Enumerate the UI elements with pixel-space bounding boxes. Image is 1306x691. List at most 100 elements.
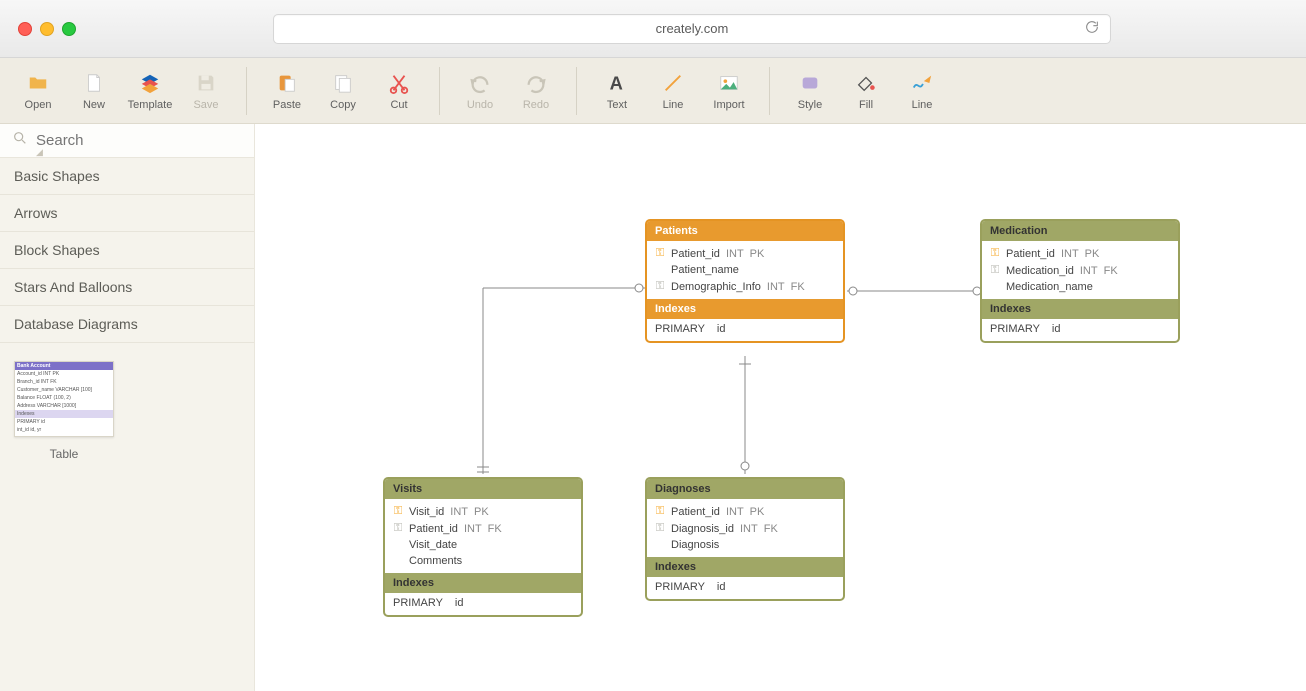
- toolbar-separator: [576, 67, 577, 115]
- table-row: Medication_name: [988, 279, 1178, 295]
- undo-button[interactable]: Undo: [452, 64, 508, 118]
- index-row: PRIMARYid: [982, 319, 1178, 341]
- sidebar-item-basic-shapes[interactable]: Basic Shapes: [0, 158, 254, 195]
- paste-label: Paste: [273, 99, 301, 111]
- table-title: Diagnoses: [647, 479, 843, 499]
- canvas[interactable]: Patients ⚿ Patient_id INT PK Patient_nam…: [255, 124, 1306, 691]
- shape-palette: Bank Account Account_id INT PK Branch_id…: [0, 343, 254, 691]
- indexes-header: Indexes: [647, 299, 843, 319]
- table-patients[interactable]: Patients ⚿ Patient_id INT PK Patient_nam…: [645, 219, 845, 343]
- import-button[interactable]: Import: [701, 64, 757, 118]
- connector-patients-diagnoses[interactable]: [737, 356, 753, 486]
- table-row: Diagnosis: [653, 537, 843, 553]
- undo-label: Undo: [467, 99, 493, 111]
- sidebar-item-database-diagrams[interactable]: Database Diagrams: [0, 306, 254, 343]
- palette-thumb: Bank Account Account_id INT PK Branch_id…: [14, 361, 114, 437]
- new-file-icon: [80, 71, 108, 95]
- paste-button[interactable]: Paste: [259, 64, 315, 118]
- fill-label: Fill: [859, 99, 873, 111]
- browser-chrome: creately.com: [0, 0, 1306, 58]
- text-button[interactable]: A Text: [589, 64, 645, 118]
- style-button[interactable]: Style: [782, 64, 838, 118]
- open-button[interactable]: Open: [10, 64, 66, 118]
- table-row: ⚿ Diagnosis_id INT FK: [653, 520, 843, 537]
- text-label: Text: [607, 99, 627, 111]
- connector-patients-visits[interactable]: [477, 284, 657, 489]
- copy-button[interactable]: Copy: [315, 64, 371, 118]
- indexes-header: Indexes: [982, 299, 1178, 319]
- cut-button[interactable]: Cut: [371, 64, 427, 118]
- sidebar-item-arrows[interactable]: Arrows: [0, 195, 254, 232]
- indexes-header: Indexes: [385, 573, 581, 593]
- undo-icon: [466, 71, 494, 95]
- redo-button[interactable]: Redo: [508, 64, 564, 118]
- folder-icon: [24, 71, 52, 95]
- save-label: Save: [193, 99, 218, 111]
- table-row: ⚿ Demographic_Info INT FK: [653, 278, 843, 295]
- cut-label: Cut: [390, 99, 407, 111]
- redo-label: Redo: [523, 99, 549, 111]
- line-style-label: Line: [912, 99, 933, 111]
- table-medication[interactable]: Medication ⚿ Patient_id INT PK ⚿ Medicat…: [980, 219, 1180, 343]
- copy-icon: [329, 71, 357, 95]
- search-row: ◢: [0, 124, 254, 158]
- search-input[interactable]: [36, 132, 242, 149]
- line-style-button[interactable]: Line: [894, 64, 950, 118]
- fill-button[interactable]: Fill: [838, 64, 894, 118]
- table-title: Patients: [647, 221, 843, 241]
- key-icon: ⚿: [393, 505, 403, 518]
- template-button[interactable]: Template: [122, 64, 178, 118]
- new-button[interactable]: New: [66, 64, 122, 118]
- index-row: PRIMARYid: [647, 577, 843, 599]
- svg-text:A: A: [610, 72, 623, 93]
- table-row: ⚿ Patient_id INT PK: [653, 245, 843, 262]
- key-icon: ⚿: [990, 247, 1000, 260]
- template-label: Template: [128, 99, 173, 111]
- fill-icon: [852, 71, 880, 95]
- table-visits[interactable]: Visits ⚿ Visit_id INT PK ⚿ Patient_id IN…: [383, 477, 583, 617]
- sidebar: ◢ Basic Shapes Arrows Block Shapes Stars…: [0, 124, 255, 691]
- address-bar[interactable]: creately.com: [273, 14, 1111, 44]
- key-icon: ⚿: [655, 247, 665, 260]
- line-button[interactable]: Line: [645, 64, 701, 118]
- table-row: ⚿ Medication_id INT FK: [988, 262, 1178, 279]
- sidebar-item-stars-balloons[interactable]: Stars And Balloons: [0, 269, 254, 306]
- toolbar-separator: [439, 67, 440, 115]
- template-icon: [136, 71, 164, 95]
- line-icon: [659, 71, 687, 95]
- table-row: Visit_date: [391, 537, 581, 553]
- key-icon: ⚿: [990, 264, 1000, 277]
- table-row: ⚿ Visit_id INT PK: [391, 503, 581, 520]
- palette-table-shape[interactable]: Bank Account Account_id INT PK Branch_id…: [14, 361, 114, 461]
- style-label: Style: [798, 99, 822, 111]
- text-icon: A: [603, 71, 631, 95]
- toolbar-separator: [246, 67, 247, 115]
- connector-patients-medication[interactable]: [843, 284, 993, 302]
- address-bar-text: creately.com: [656, 21, 729, 36]
- close-window-button[interactable]: [18, 22, 32, 36]
- line-label: Line: [663, 99, 684, 111]
- sidebar-item-block-shapes[interactable]: Block Shapes: [0, 232, 254, 269]
- minimize-window-button[interactable]: [40, 22, 54, 36]
- toolbar: Open New Template Save Paste Copy Cut: [0, 58, 1306, 124]
- line-style-icon: [908, 71, 936, 95]
- save-button[interactable]: Save: [178, 64, 234, 118]
- reload-icon[interactable]: [1084, 19, 1100, 38]
- style-icon: [796, 71, 824, 95]
- table-row: Patient_name: [653, 262, 843, 278]
- open-label: Open: [25, 99, 52, 111]
- palette-label: Table: [14, 447, 114, 461]
- dropdown-caret-icon[interactable]: ◢: [36, 147, 43, 158]
- maximize-window-button[interactable]: [62, 22, 76, 36]
- table-diagnoses[interactable]: Diagnoses ⚿ Patient_id INT PK ⚿ Diagnosi…: [645, 477, 845, 601]
- new-label: New: [83, 99, 105, 111]
- save-icon: [192, 71, 220, 95]
- main-area: ◢ Basic Shapes Arrows Block Shapes Stars…: [0, 124, 1306, 691]
- paste-icon: [273, 71, 301, 95]
- table-row: ⚿ Patient_id INT PK: [653, 503, 843, 520]
- redo-icon: [522, 71, 550, 95]
- cut-icon: [385, 71, 413, 95]
- index-row: PRIMARYid: [647, 319, 843, 341]
- key-icon: ⚿: [655, 280, 665, 293]
- table-title: Medication: [982, 221, 1178, 241]
